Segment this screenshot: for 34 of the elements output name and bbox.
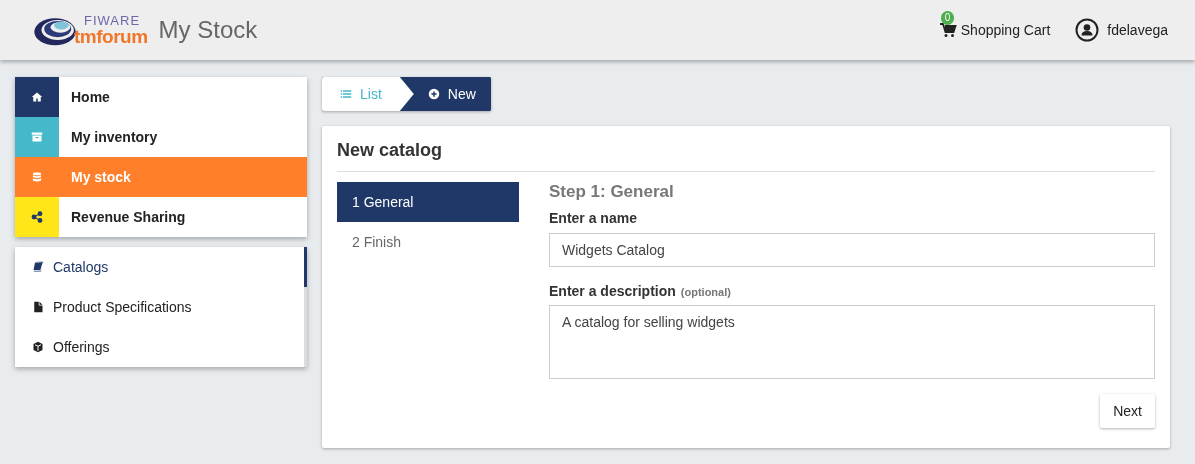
cart-icon: [938, 22, 957, 38]
optional-hint: (optional): [680, 286, 731, 298]
shopping-cart-link[interactable]: 0 Shopping Cart: [938, 11, 1051, 38]
share-icon: [31, 211, 43, 223]
list-icon: [340, 88, 352, 100]
name-field[interactable]: Widgets Catalog: [549, 233, 1155, 267]
field-label: Enter a description: [549, 283, 676, 299]
card-title: New catalog: [337, 140, 1155, 172]
description-field[interactable]: A catalog for selling widgets: [549, 305, 1155, 379]
field-label: Enter a name: [549, 210, 638, 226]
step-title: Step 1: General: [549, 182, 675, 202]
user-menu-link[interactable]: fdelavega: [1075, 18, 1168, 42]
step-tab[interactable]: 1 General: [337, 182, 519, 222]
main-menu-item[interactable]: My inventory: [15, 117, 307, 157]
cart-count-badge: 0: [940, 11, 955, 25]
database-icon: [31, 171, 43, 183]
logo-bottom-text: tmforum: [74, 27, 148, 46]
file-icon: [32, 301, 44, 313]
sub-menu-item[interactable]: Catalogs: [15, 247, 307, 287]
logo-top-text: FIWARE: [84, 14, 142, 27]
main-menu-item[interactable]: Revenue Sharing: [15, 197, 307, 237]
app-title: My Stock: [158, 16, 258, 44]
book-icon: [32, 261, 44, 273]
sub-menu-item[interactable]: Product Specifications: [15, 287, 307, 327]
user-icon: [1075, 18, 1100, 42]
sub-menu-item[interactable]: Offerings: [15, 327, 307, 367]
next-button[interactable]: Next: [1100, 394, 1155, 428]
step-tab[interactable]: 2 Finish: [337, 222, 519, 262]
home-icon: [31, 91, 43, 103]
archive-icon: [31, 131, 43, 143]
plus-circle-icon: [427, 88, 440, 100]
main-menu-item[interactable]: Home: [15, 77, 307, 117]
cube-icon: [32, 341, 44, 353]
breadcrumb-tab[interactable]: New: [413, 77, 491, 111]
